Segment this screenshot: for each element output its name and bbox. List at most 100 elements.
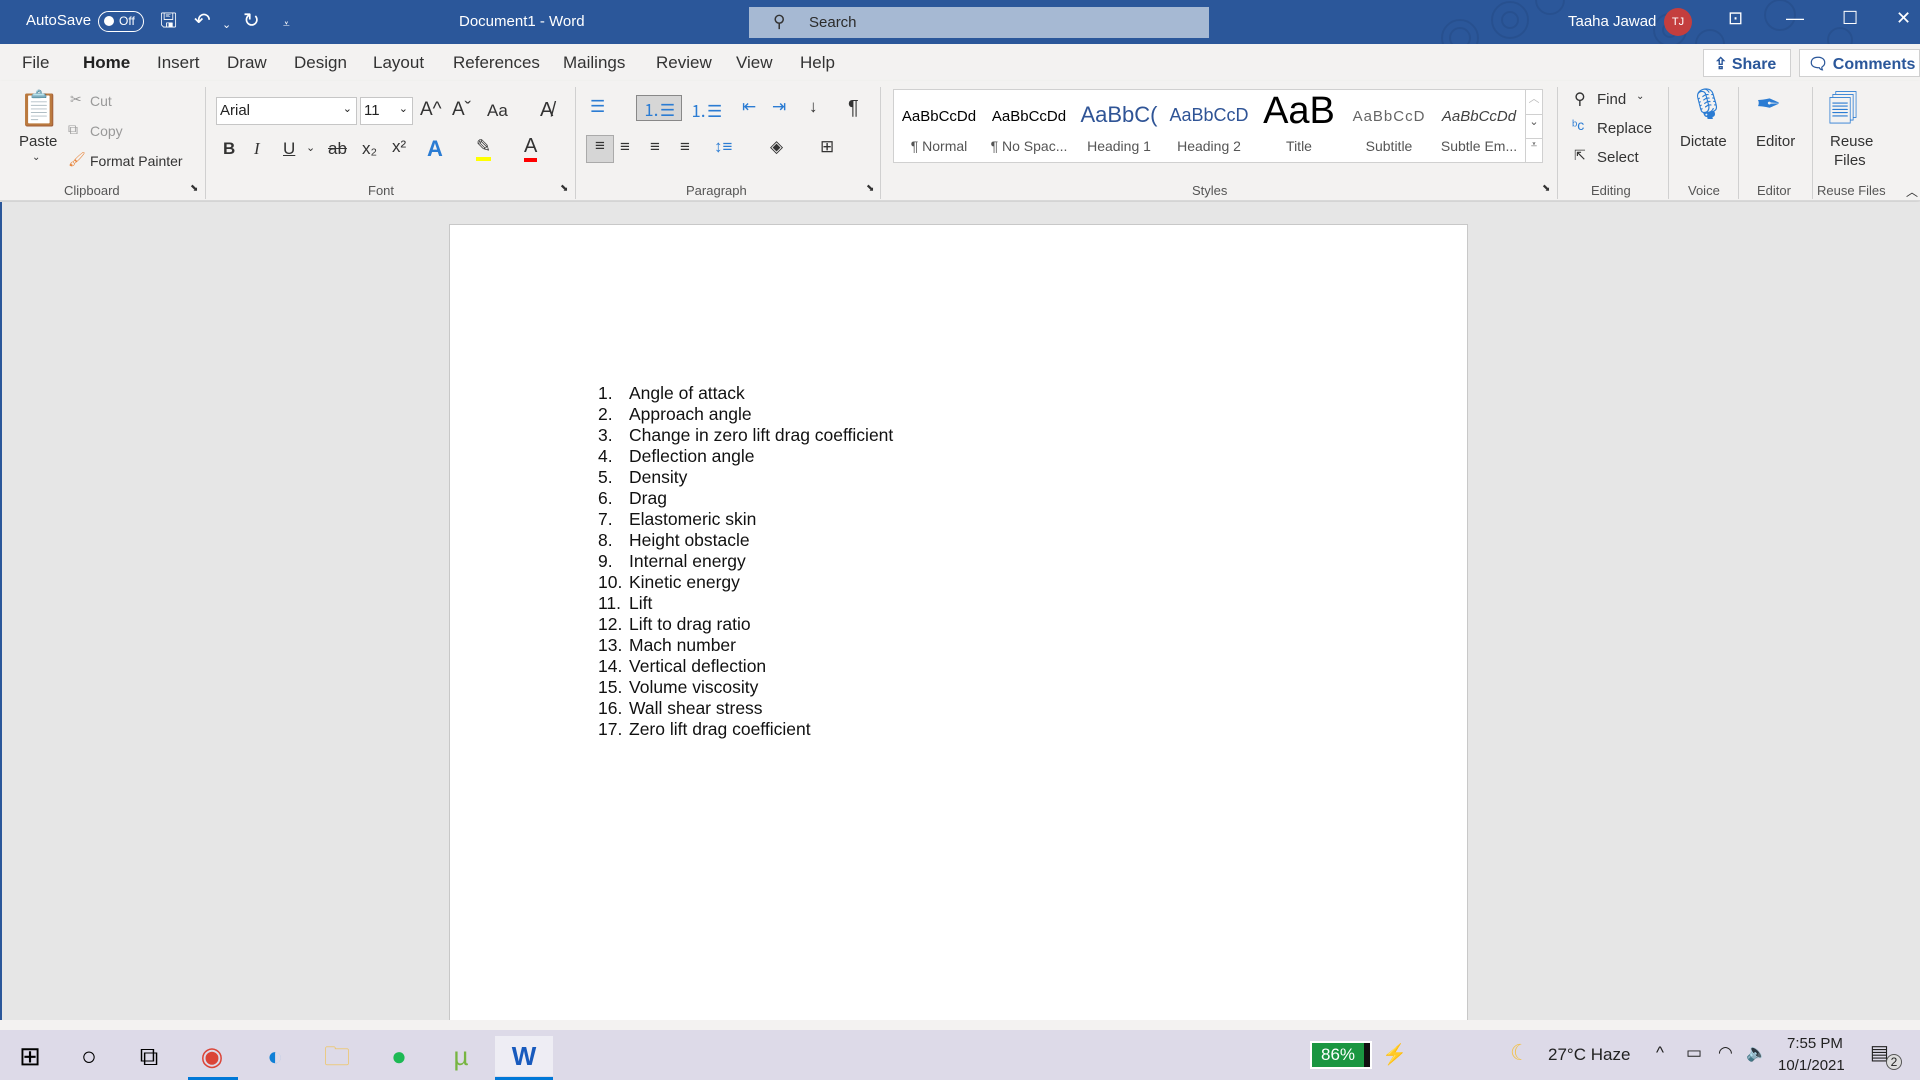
shrink-font-button[interactable]: Aˇ: [452, 99, 471, 121]
reuse-files-line1[interactable]: Reuse: [1830, 133, 1873, 150]
styles-launcher-icon[interactable]: ⬊: [1542, 183, 1550, 194]
weather-text[interactable]: 27°C Haze: [1548, 1045, 1630, 1065]
cut-button[interactable]: Cut: [90, 93, 112, 109]
paste-button[interactable]: Paste: [19, 133, 57, 150]
underline-button[interactable]: U: [283, 139, 295, 159]
edge-icon[interactable]: ◐: [250, 1036, 300, 1076]
style-normal[interactable]: AaBbCcDd ¶ Normal: [894, 90, 984, 164]
tab-layout[interactable]: Layout: [373, 53, 424, 73]
clock-time[interactable]: 7:55 PM: [1787, 1035, 1843, 1052]
clear-formatting-icon[interactable]: A̸: [540, 99, 553, 122]
line-spacing-icon[interactable]: ↕≡: [714, 137, 732, 157]
tab-draw[interactable]: Draw: [227, 53, 267, 73]
editor-icon[interactable]: ✒: [1756, 87, 1781, 122]
subscript-button[interactable]: x₂: [362, 139, 377, 159]
ribbon-display-options-icon[interactable]: ⊡: [1728, 8, 1743, 29]
microphone-icon[interactable]: 🎙: [1688, 87, 1726, 122]
justify-icon[interactable]: ≡: [680, 137, 690, 157]
customize-toolbar-icon[interactable]: ⩡: [283, 13, 290, 35]
replace-button[interactable]: Replace: [1597, 120, 1652, 137]
comments-button[interactable]: 🗨 Comments: [1799, 49, 1920, 77]
cortana-icon[interactable]: ○: [64, 1036, 114, 1076]
styles-scroll-down-icon[interactable]: ⌄: [1525, 114, 1542, 138]
collapse-ribbon-icon[interactable]: ︿: [1906, 183, 1918, 200]
font-family-select[interactable]: Arial ⌄: [216, 97, 357, 125]
style-title[interactable]: AaB Title: [1254, 90, 1344, 164]
file-explorer-icon[interactable]: 🗀: [312, 1036, 362, 1076]
windows-start-icon[interactable]: ⊞: [5, 1036, 55, 1076]
font-launcher-icon[interactable]: ⬊: [560, 183, 568, 194]
task-view-icon[interactable]: ⧉: [124, 1036, 174, 1076]
chrome-icon[interactable]: ◉: [187, 1036, 237, 1076]
share-button[interactable]: ⇪ Share: [1703, 49, 1791, 77]
show-hidden-icons-icon[interactable]: ^: [1656, 1043, 1664, 1063]
align-center-icon[interactable]: ≡: [620, 137, 630, 157]
styles-scroll-up-icon[interactable]: ︿: [1525, 90, 1542, 114]
clock-date[interactable]: 10/1/2021: [1778, 1057, 1845, 1074]
style-subtle-emphasis[interactable]: AaBbCcDd Subtle Em...: [1434, 90, 1524, 164]
borders-icon[interactable]: ⊞: [820, 137, 834, 157]
utorrent-icon[interactable]: µ: [436, 1036, 486, 1076]
maximize-icon[interactable]: ☐: [1842, 8, 1858, 29]
grow-font-button[interactable]: A^: [420, 99, 442, 121]
style-no-spacing[interactable]: AaBbCcDd ¶ No Spac...: [984, 90, 1074, 164]
reuse-files-line2[interactable]: Files: [1834, 152, 1866, 169]
style-heading-1[interactable]: AaBbC(Heading 1: [1074, 90, 1164, 164]
weather-moon-icon[interactable]: ☾: [1510, 1040, 1530, 1066]
minimize-icon[interactable]: —: [1786, 8, 1804, 29]
wifi-icon[interactable]: ◠: [1718, 1043, 1733, 1063]
tab-home[interactable]: Home: [83, 53, 131, 84]
sort-icon[interactable]: ↓: [809, 97, 818, 117]
select-button[interactable]: Select: [1597, 149, 1639, 166]
increase-indent-icon[interactable]: ⇥: [772, 97, 786, 117]
tab-design[interactable]: Design: [294, 53, 347, 73]
styles-more-icon[interactable]: ⩡: [1525, 138, 1542, 162]
tab-view[interactable]: View: [736, 53, 773, 73]
document-page[interactable]: 1. Angle of attack 2. Approach angle 3. Chang…: [449, 224, 1468, 1024]
align-right-icon[interactable]: ≡: [650, 137, 660, 157]
align-left-icon[interactable]: ≡: [586, 135, 614, 163]
bullets-icon[interactable]: ☰: [590, 97, 605, 117]
redo-icon[interactable]: ↻: [243, 10, 260, 32]
font-size-select[interactable]: 11 ⌄: [360, 97, 413, 125]
tab-file[interactable]: File: [22, 53, 49, 73]
autosave-toggle[interactable]: Off: [98, 11, 144, 32]
editor-button[interactable]: Editor: [1756, 133, 1795, 150]
reuse-files-icon[interactable]: 🗐: [1828, 87, 1858, 138]
decrease-indent-icon[interactable]: ⇤: [742, 97, 756, 117]
paste-icon[interactable]: 📋: [18, 89, 60, 129]
tab-references[interactable]: References: [453, 53, 540, 73]
format-painter-button[interactable]: Format Painter: [90, 153, 183, 169]
shading-icon[interactable]: ◈: [770, 137, 783, 157]
paragraph-launcher-icon[interactable]: ⬊: [866, 183, 874, 194]
superscript-button[interactable]: x²: [392, 137, 406, 157]
change-case-button[interactable]: Aa: [487, 101, 508, 121]
clipboard-launcher-icon[interactable]: ⬊: [190, 183, 198, 194]
undo-icon[interactable]: ↶: [194, 10, 211, 32]
find-button[interactable]: Find: [1597, 91, 1626, 108]
text-effects-icon[interactable]: A: [427, 136, 443, 162]
find-dropdown-icon[interactable]: ⌄: [1636, 91, 1644, 102]
tab-help[interactable]: Help: [800, 53, 835, 73]
strikethrough-button[interactable]: ab: [328, 139, 347, 159]
power-icon[interactable]: ▭: [1686, 1043, 1702, 1063]
tab-mailings[interactable]: Mailings: [563, 53, 625, 73]
numbering-icon[interactable]: ⒈☰: [636, 95, 682, 121]
font-color-icon[interactable]: A: [524, 135, 538, 162]
user-name[interactable]: Taaha Jawad: [1568, 13, 1656, 30]
search-box[interactable]: ⚲ Search: [749, 7, 1209, 38]
save-icon[interactable]: 🖫: [160, 10, 177, 32]
undo-dropdown-icon[interactable]: ⌄: [222, 14, 231, 36]
word-icon[interactable]: W: [495, 1036, 553, 1076]
copy-button[interactable]: Copy: [90, 123, 123, 139]
tab-insert[interactable]: Insert: [157, 53, 200, 73]
spotify-icon[interactable]: ●: [374, 1036, 424, 1076]
italic-button[interactable]: I: [254, 139, 260, 159]
multilevel-list-icon[interactable]: ⒈☰: [690, 97, 722, 122]
volume-icon[interactable]: 🔈: [1746, 1043, 1767, 1063]
bold-button[interactable]: B: [223, 139, 235, 159]
highlight-icon[interactable]: ✎: [476, 136, 492, 161]
style-subtitle[interactable]: AaBbCcD Subtitle: [1344, 90, 1434, 164]
tab-review[interactable]: Review: [656, 53, 712, 73]
show-formatting-marks-icon[interactable]: ¶: [848, 97, 859, 120]
